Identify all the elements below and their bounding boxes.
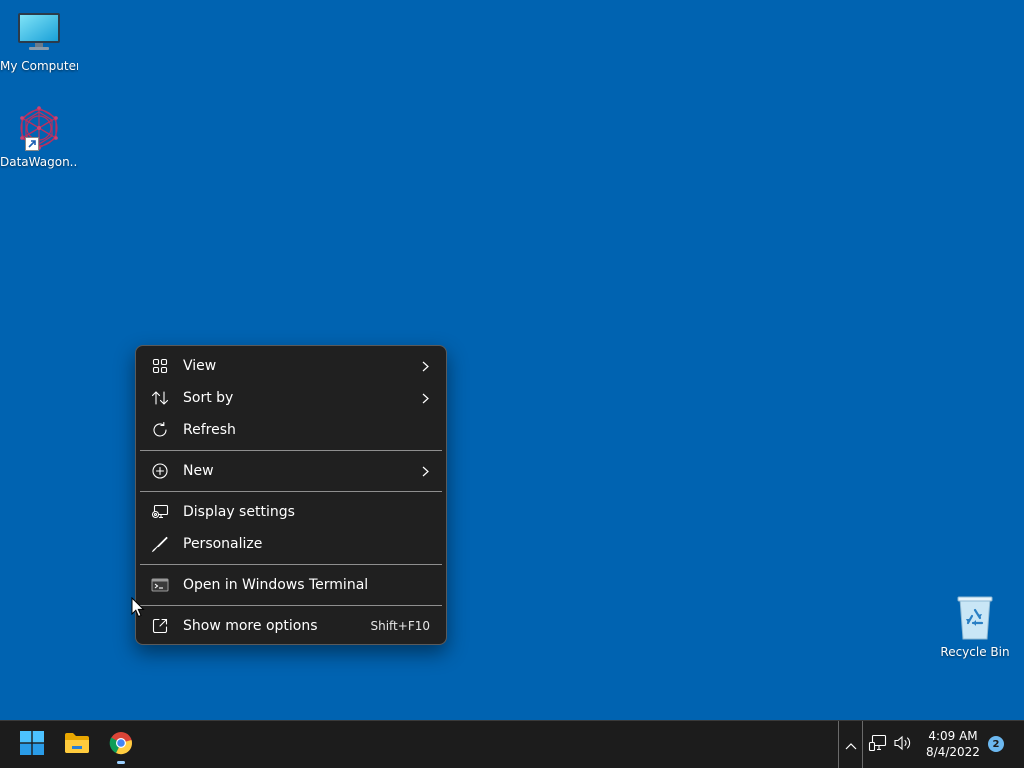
expand-icon [150, 616, 170, 636]
chevron-right-icon [420, 360, 430, 372]
taskbar-google-chrome[interactable] [99, 721, 143, 768]
system-clock[interactable]: 4:09 AM 8/4/2022 [920, 728, 986, 760]
desktop-icon-recycle-bin[interactable]: Recycle Bin [936, 594, 1014, 659]
network-icon [868, 734, 888, 756]
tray-overflow-button[interactable] [838, 721, 863, 768]
plus-circle-icon [150, 461, 170, 481]
running-indicator [117, 761, 125, 764]
terminal-icon [150, 575, 170, 595]
menu-item-open-terminal[interactable]: Open in Windows Terminal [140, 569, 442, 601]
clock-date: 8/4/2022 [926, 745, 980, 759]
chevron-right-icon [420, 465, 430, 477]
chevron-right-icon [420, 392, 430, 404]
menu-item-refresh[interactable]: Refresh [140, 414, 442, 446]
desktop-context-menu: View Sort by Refresh New Display setting… [135, 345, 447, 645]
desktop-icon-datawagon[interactable]: DataWagon... [0, 104, 78, 169]
desktop-icon-label: DataWagon... [0, 155, 78, 169]
desktop[interactable]: My Computer DataWagon... Recycle Bin Vie… [0, 0, 1024, 720]
menu-item-label: Personalize [183, 536, 263, 552]
desktop-icon-label: My Computer [0, 59, 78, 73]
shortcut-arrow-icon [25, 137, 39, 151]
desktop-icon-label: Recycle Bin [940, 645, 1010, 659]
volume-icon [893, 734, 913, 756]
start-button[interactable] [10, 721, 54, 768]
menu-item-label: Display settings [183, 504, 295, 520]
menu-separator [140, 491, 442, 492]
menu-item-label: Refresh [183, 422, 236, 438]
clock-time: 4:09 AM [928, 729, 978, 743]
brush-icon [150, 534, 170, 554]
menu-item-personalize[interactable]: Personalize [140, 528, 442, 560]
recycle-bin-icon [951, 594, 999, 642]
taskbar-file-explorer[interactable] [55, 721, 99, 768]
volume-tray-button[interactable] [893, 735, 913, 755]
sort-icon [150, 388, 170, 408]
menu-item-new[interactable]: New [140, 455, 442, 487]
keyboard-shortcut: Shift+F10 [370, 619, 430, 633]
menu-item-display-settings[interactable]: Display settings [140, 496, 442, 528]
menu-item-label: Show more options [183, 618, 318, 634]
menu-item-label: View [183, 358, 217, 374]
menu-item-label: New [183, 463, 214, 479]
menu-item-show-more-options[interactable]: Show more options Shift+F10 [140, 610, 442, 642]
grid-icon [150, 356, 170, 376]
menu-item-label: Sort by [183, 390, 234, 406]
display-settings-icon [150, 502, 170, 522]
datawagon-logo-icon [15, 104, 63, 152]
desktop-icon-my-computer[interactable]: My Computer [0, 8, 78, 73]
menu-separator [140, 450, 442, 451]
menu-separator [140, 605, 442, 606]
notification-count-badge[interactable]: 2 [988, 736, 1004, 752]
folder-icon [64, 732, 90, 758]
menu-item-view[interactable]: View [140, 350, 442, 382]
menu-item-sort-by[interactable]: Sort by [140, 382, 442, 414]
chevron-up-icon [845, 735, 857, 754]
monitor-icon [15, 8, 63, 56]
windows-start-icon [20, 730, 44, 759]
menu-separator [140, 564, 442, 565]
chrome-icon [109, 731, 133, 759]
refresh-icon [150, 420, 170, 440]
taskbar: 4:09 AM 8/4/2022 [0, 720, 1024, 768]
menu-item-label: Open in Windows Terminal [183, 577, 369, 593]
network-tray-button[interactable] [868, 734, 888, 756]
